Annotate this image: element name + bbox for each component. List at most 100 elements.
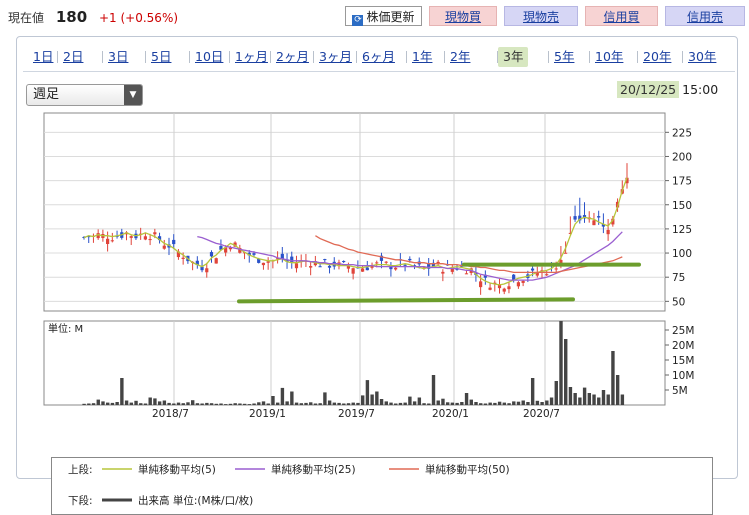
- volume-bar: [209, 403, 214, 405]
- chart-panel: 1日 2日 3日 5日 10日 1ヶ月 2ヶ月 3ヶ月 6ヶ月 1年 2年 3年 5年 10年 20年 30年…: [16, 36, 738, 515]
- volume-bar: [455, 402, 459, 405]
- candle-body: [554, 268, 558, 270]
- volume-bar: [521, 400, 525, 405]
- candle-body: [143, 236, 147, 240]
- volume-bar: [129, 402, 134, 405]
- volume-bar: [266, 403, 270, 405]
- price-tick-label: 75: [672, 272, 685, 284]
- candle-body: [365, 267, 369, 271]
- price-tick-label: 125: [672, 224, 692, 236]
- volume-bar: [611, 351, 615, 405]
- volume-bar: [242, 403, 247, 405]
- volume-bar: [304, 402, 308, 405]
- volume-bar: [153, 398, 157, 405]
- candle-body: [309, 266, 313, 268]
- price-label: 現在値: [8, 11, 45, 25]
- volume-bar: [592, 394, 596, 405]
- volume-bar: [431, 375, 436, 405]
- volume-bar: [82, 403, 86, 405]
- volume-bar: [228, 403, 233, 405]
- volume-bar: [516, 401, 521, 405]
- volume-bar: [148, 397, 152, 405]
- volume-bar: [445, 402, 450, 405]
- candle-body: [172, 239, 176, 245]
- volume-bar: [318, 403, 322, 405]
- volume-bar: [294, 402, 299, 405]
- candle-body: [110, 240, 114, 242]
- price-change: +1 (+0.56%): [98, 11, 179, 25]
- volume-bar: [351, 402, 355, 405]
- volume-bar: [271, 396, 275, 405]
- volume-bar: [422, 403, 426, 405]
- price-tick-label: 150: [672, 200, 692, 212]
- candle-body: [148, 239, 152, 241]
- volume-unit-label: 単位: M: [48, 322, 83, 335]
- candle-body: [479, 281, 483, 288]
- candle-body: [129, 236, 133, 238]
- price-tick-label: 175: [672, 176, 692, 188]
- volume-bar: [384, 401, 388, 405]
- volume-tick-label: 10M: [672, 370, 694, 382]
- candle-body: [502, 288, 506, 292]
- quote-header: 現在値 180 +1 (+0.56%) ⟳ 株価更新 現物買 現物売 信用買 信用…: [0, 0, 749, 30]
- volume-bar: [191, 400, 195, 405]
- volume-bar: [157, 401, 162, 405]
- volume-bar: [186, 402, 190, 405]
- volume-bar: [408, 396, 412, 405]
- volume-bar: [309, 402, 313, 405]
- margin-sell-button[interactable]: 信用売: [665, 6, 745, 26]
- candle-body: [403, 264, 407, 266]
- volume-bar: [214, 403, 219, 405]
- price-tick-label: 225: [672, 127, 692, 139]
- volume-bar: [299, 403, 303, 405]
- volume-bar: [464, 393, 469, 405]
- cash-sell-button[interactable]: 現物売: [504, 6, 578, 26]
- volume-bar: [176, 402, 181, 405]
- candle-body: [261, 262, 266, 266]
- volume-bar: [195, 403, 200, 405]
- volume-bar: [436, 400, 440, 405]
- volume-bar: [460, 402, 464, 405]
- volume-bar: [403, 402, 407, 405]
- volume-bar: [549, 397, 554, 405]
- volume-bar: [526, 402, 530, 405]
- candle-body: [323, 259, 327, 261]
- volume-bar: [342, 403, 346, 405]
- volume-bar: [469, 399, 473, 405]
- volume-bar: [181, 403, 185, 405]
- volume-bar: [143, 403, 148, 405]
- x-tick-label: 2018/7: [152, 408, 189, 420]
- volume-bar: [219, 403, 223, 405]
- volume-bar: [389, 402, 393, 405]
- candle-body: [488, 287, 492, 290]
- volume-bar: [559, 321, 563, 405]
- volume-bar: [502, 402, 507, 405]
- volume-bar: [280, 387, 285, 405]
- x-tick-label: 2019/1: [249, 408, 286, 420]
- candle-body: [327, 265, 332, 268]
- legend-ma50: 単純移動平均(50): [425, 463, 510, 476]
- margin-buy-button[interactable]: 信用買: [585, 6, 658, 26]
- candle-body: [342, 261, 346, 263]
- price-plot-frame: [43, 112, 666, 312]
- volume-bar: [427, 403, 431, 405]
- candle-body: [318, 266, 322, 268]
- refresh-price-button[interactable]: ⟳ 株価更新: [345, 6, 422, 26]
- volume-bar: [356, 402, 360, 405]
- volume-tick-label: 25M: [672, 325, 694, 337]
- volume-bar: [497, 401, 502, 405]
- volume-bar: [172, 403, 176, 405]
- cash-buy-button[interactable]: 現物買: [429, 6, 497, 26]
- candle-body: [394, 267, 398, 270]
- volume-bar: [493, 402, 497, 405]
- volume-bar: [290, 391, 294, 405]
- volume-bar: [96, 399, 100, 405]
- volume-bar: [275, 402, 280, 405]
- volume-bar: [365, 380, 370, 405]
- volume-bar: [224, 404, 228, 405]
- volume-bar: [394, 403, 398, 405]
- candle-body: [592, 220, 596, 226]
- volume-bar: [247, 404, 252, 405]
- volume-tick-label: 20M: [672, 340, 694, 352]
- candle-body: [384, 261, 388, 263]
